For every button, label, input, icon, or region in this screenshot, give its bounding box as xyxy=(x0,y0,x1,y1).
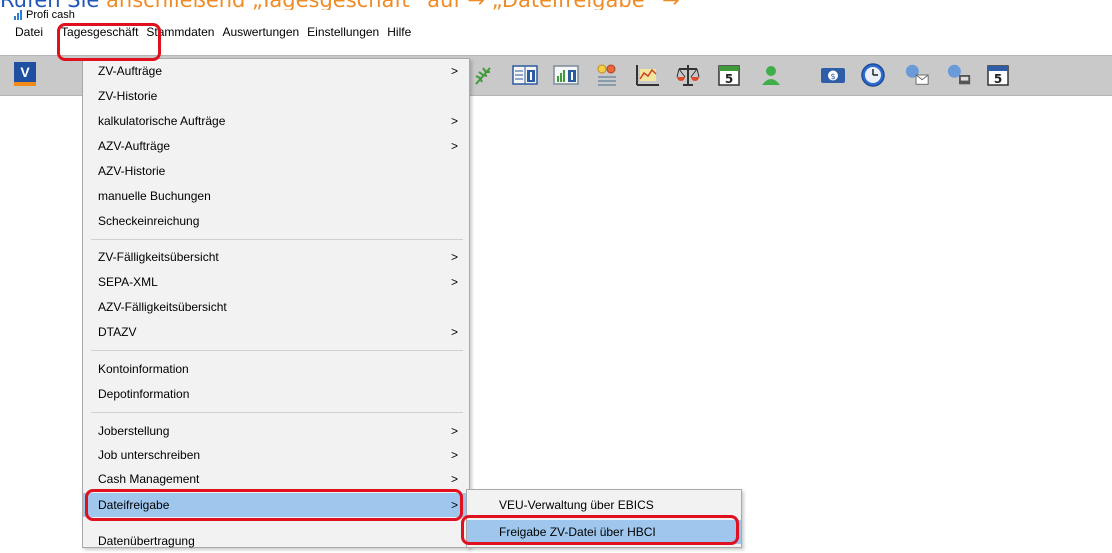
submenu-arrow-icon: > xyxy=(451,139,459,153)
menu-item-job-unterschreiben[interactable]: Job unterschreiben > xyxy=(83,443,469,467)
user-icon[interactable] xyxy=(758,62,784,88)
plant-icon[interactable] xyxy=(470,62,496,88)
menu-item-zv-historie[interactable]: ZV-Historie xyxy=(83,84,469,108)
menu-hilfe[interactable]: Hilfe xyxy=(383,25,415,39)
menu-datei[interactable]: Datei xyxy=(0,25,47,39)
package-transfer-icon[interactable] xyxy=(946,62,972,88)
calendar-day-text-2: 5 xyxy=(994,72,1002,86)
menu-einstellungen[interactable]: Einstellungen xyxy=(303,25,383,39)
menu-item-scheckeinreichung[interactable]: Scheckeinreichung xyxy=(83,209,469,233)
menu-item-cash-management[interactable]: Cash Management > xyxy=(83,467,469,491)
annotation-highlight-freigabe-zv-datei xyxy=(461,515,739,545)
menu-separator xyxy=(91,350,463,351)
calendar-icon-2[interactable]: 5 xyxy=(985,62,1011,88)
menu-item-datenuebertragung[interactable]: Datenübertragung xyxy=(83,529,469,553)
menu-item-zv-auftraege[interactable]: ZV-Aufträge > xyxy=(83,59,469,83)
window-title: Profi cash xyxy=(26,9,75,21)
submenu-arrow-icon: > xyxy=(451,448,459,462)
menu-item-azv-auftraege[interactable]: AZV-Aufträge > xyxy=(83,134,469,158)
annotation-highlight-tagesgeschaeft xyxy=(57,23,161,61)
menu-item-kalkulatorische-auftraege[interactable]: kalkulatorische Aufträge > xyxy=(83,109,469,133)
menu-separator xyxy=(91,412,463,413)
info-book-icon[interactable] xyxy=(512,62,538,88)
vr-bank-logo-icon[interactable]: V xyxy=(14,62,36,86)
menu-item-joberstellung[interactable]: Joberstellung > xyxy=(83,419,469,443)
menu-item-dtazv[interactable]: DTAZV > xyxy=(83,320,469,344)
coins-icon[interactable] xyxy=(594,62,620,88)
menu-separator xyxy=(91,239,463,240)
window-titlebar: Profi cash xyxy=(14,7,75,23)
menu-item-depotinformation[interactable]: Depotinformation xyxy=(83,382,469,406)
calendar-icon[interactable]: 5 xyxy=(716,62,742,88)
menu-item-manuelle-buchungen[interactable]: manuelle Buchungen xyxy=(83,184,469,208)
app-icon xyxy=(14,10,22,20)
calendar-day-text: 5 xyxy=(725,72,733,86)
submenu-arrow-icon: > xyxy=(451,424,459,438)
instruction-banner: Rufen Sie anschließend „Tagesgeschäft“ a… xyxy=(0,0,1112,10)
menu-item-azv-historie[interactable]: AZV-Historie xyxy=(83,159,469,183)
scales-icon[interactable] xyxy=(675,62,701,88)
line-chart-icon[interactable] xyxy=(634,62,660,88)
submenu-arrow-icon: > xyxy=(451,325,459,339)
info-chart-icon[interactable] xyxy=(553,62,579,88)
svg-text:$: $ xyxy=(830,72,835,81)
mail-transfer-icon[interactable] xyxy=(904,62,930,88)
menu-item-zv-faelligkeitsuebersicht[interactable]: ZV-Fälligkeitsübersicht > xyxy=(83,245,469,269)
money-icon[interactable]: $ xyxy=(820,62,846,88)
tagesgeschaeft-dropdown: ZV-Aufträge > ZV-Historie kalkulatorische… xyxy=(82,58,470,548)
submenu-arrow-icon: > xyxy=(451,275,459,289)
menu-item-kontoinformation[interactable]: Kontoinformation xyxy=(83,357,469,381)
submenu-arrow-icon: > xyxy=(451,114,459,128)
menu-auswertungen[interactable]: Auswertungen xyxy=(218,25,303,39)
submenu-arrow-icon: > xyxy=(451,64,459,78)
annotation-highlight-dateifreigabe xyxy=(85,489,463,521)
submenu-item-veu-verwaltung[interactable]: VEU-Verwaltung über EBICS xyxy=(467,493,741,517)
submenu-arrow-icon: > xyxy=(451,250,459,264)
banner-text-2: anschließend „Tagesgeschäft“ auf → „Date… xyxy=(106,0,680,10)
submenu-arrow-icon: > xyxy=(451,472,459,486)
menu-item-azv-faelligkeitsuebersicht[interactable]: AZV-Fälligkeitsübersicht xyxy=(83,295,469,319)
menu-item-sepa-xml[interactable]: SEPA-XML > xyxy=(83,270,469,294)
clock-icon[interactable] xyxy=(860,62,886,88)
